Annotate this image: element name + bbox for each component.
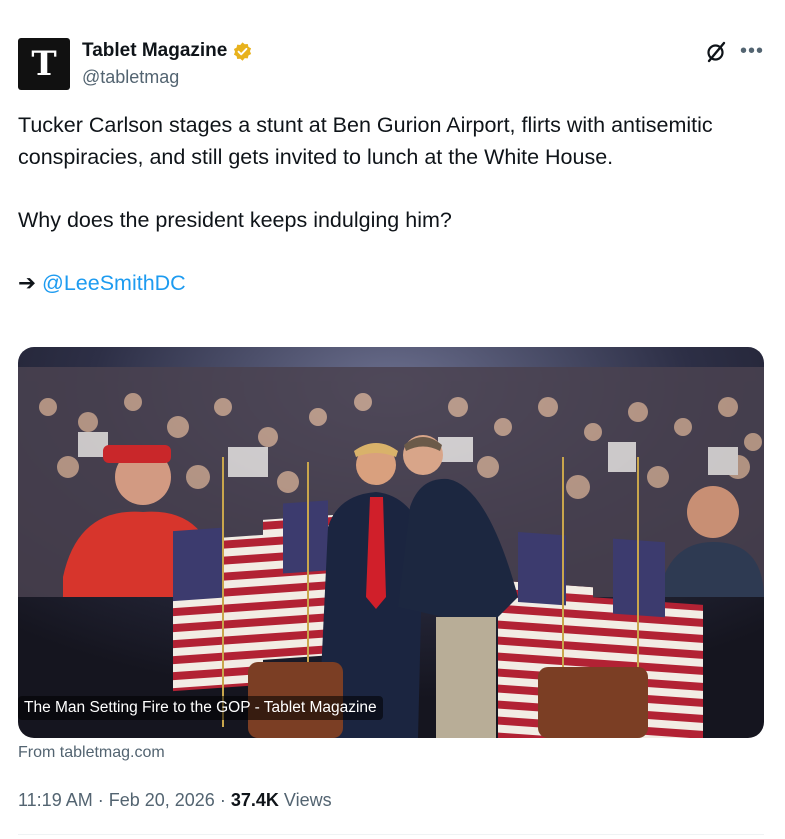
tweet-date[interactable]: Feb 20, 2026 [109, 790, 215, 810]
verified-badge-icon[interactable] [232, 41, 253, 62]
card-image [18, 347, 764, 738]
tweet-text: Tucker Carlson stages a stunt at Ben Gur… [18, 110, 758, 299]
avatar-letter: T [31, 44, 57, 84]
more-horizontal-icon[interactable]: ••• [740, 40, 764, 62]
meta-separator: · [219, 790, 231, 810]
tweet-time[interactable]: 11:19 AM [18, 790, 93, 810]
mention-link[interactable]: @LeeSmithDC [42, 271, 186, 295]
views-label: Views [283, 790, 332, 810]
link-card[interactable] [18, 347, 764, 738]
tweet-line-2: Why does the president keeps indulging h… [18, 207, 452, 232]
divider [18, 834, 764, 835]
author-avatar[interactable]: T [18, 38, 70, 90]
grok-slash-icon[interactable] [704, 40, 728, 64]
author-handle[interactable]: @tabletmag [82, 67, 179, 88]
meta-separator: · [97, 790, 109, 810]
author-name-row[interactable]: Tablet Magazine [82, 40, 253, 62]
card-title[interactable]: The Man Setting Fire to the GOP - Tablet… [18, 696, 383, 720]
author-display-name[interactable]: Tablet Magazine [82, 40, 227, 62]
card-source[interactable]: From tabletmag.com [18, 744, 165, 762]
arrow-glyph: ➔ [18, 270, 42, 295]
tweet-line-1: Tucker Carlson stages a stunt at Ben Gur… [18, 113, 719, 169]
tweet-meta: 11:19 AM · Feb 20, 2026 · 37.4K Views [18, 790, 332, 811]
views-count: 37.4K [230, 790, 279, 810]
